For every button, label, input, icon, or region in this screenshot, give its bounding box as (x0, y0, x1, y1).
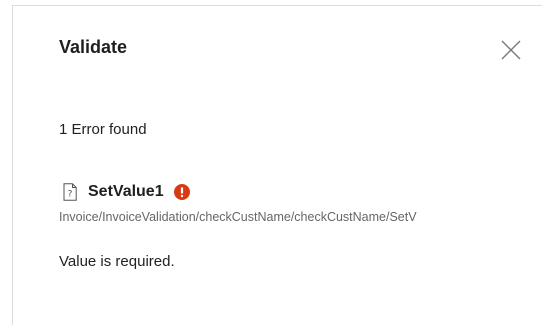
error-item-message: Value is required. (59, 253, 175, 270)
validate-panel: Validate 1 Error found ? SetValue1 Invoi… (12, 5, 542, 325)
document-question-icon: ? (63, 183, 77, 201)
error-item-name: SetValue1 (88, 183, 164, 200)
close-button[interactable] (499, 38, 523, 62)
error-icon (173, 184, 190, 200)
svg-text:?: ? (68, 190, 73, 200)
error-item-path: Invoice/InvoiceValidation/checkCustName/… (59, 210, 417, 224)
error-summary: 1 Error found (59, 121, 147, 138)
panel-title: Validate (59, 37, 128, 57)
error-item-header[interactable]: ? SetValue1 (63, 181, 190, 203)
close-icon (501, 40, 521, 60)
